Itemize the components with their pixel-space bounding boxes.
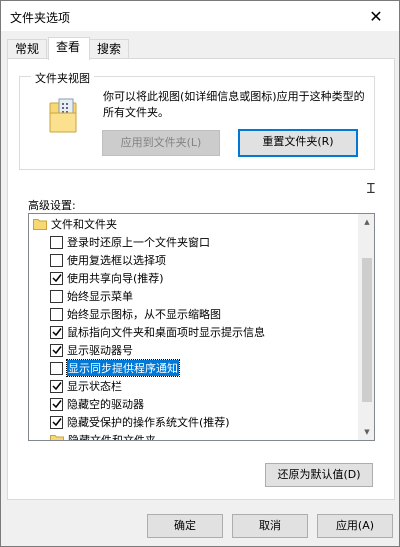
list-item-label: 显示驱动器号 xyxy=(67,344,133,357)
list-item-label: 隐藏受保护的操作系统文件(推荐) xyxy=(67,416,230,429)
folder-icon xyxy=(33,219,47,230)
vertical-scrollbar[interactable]: ▲ ▼ xyxy=(358,214,374,440)
ok-button[interactable]: 确定 xyxy=(147,514,223,538)
checkbox[interactable] xyxy=(50,253,63,267)
list-item[interactable]: 显示驱动器号 xyxy=(50,342,374,358)
checkmark-icon xyxy=(51,400,62,409)
advanced-settings-label: 高级设置: xyxy=(28,199,76,212)
list-item-label: 隐藏空的驱动器 xyxy=(67,398,144,411)
list-item[interactable]: 显示状态栏 xyxy=(50,378,374,394)
list-item[interactable]: 使用复选框以选择项 xyxy=(50,252,374,268)
tab-view[interactable]: 查看 xyxy=(48,37,90,60)
list-item[interactable]: 隐藏空的驱动器 xyxy=(50,396,374,412)
list-item-label: 显示状态栏 xyxy=(67,380,122,393)
list-item-label: 鼠标指向文件夹和桌面项时显示提示信息 xyxy=(67,326,265,339)
list-item[interactable]: 始终显示图标，从不显示缩略图 xyxy=(50,306,374,322)
window-title: 文件夹选项 xyxy=(10,11,71,25)
list-item-label: 使用复选框以选择项 xyxy=(67,254,166,267)
checkbox-checked[interactable] xyxy=(50,415,63,429)
list-item[interactable]: 隐藏受保护的操作系统文件(推荐) xyxy=(50,414,374,430)
tree-subfolder-label: 隐藏文件和文件夹 xyxy=(68,434,156,441)
folder-options-window: 文件夹选项 ✕ 常规 查看 搜索 文件夹视图 你可以将此视图(如详细信息或图标)… xyxy=(0,0,400,547)
scroll-up-icon[interactable]: ▲ xyxy=(359,214,374,230)
list-item-label: 始终显示图标，从不显示缩略图 xyxy=(67,308,221,321)
list-item[interactable]: 使用共享向导(推荐) xyxy=(50,270,374,286)
checkbox[interactable] xyxy=(50,289,63,303)
tree-subfolder-hidden-files[interactable]: 隐藏文件和文件夹 xyxy=(50,432,374,441)
list-item-label: 使用共享向导(推荐) xyxy=(67,272,164,285)
checkmark-icon xyxy=(51,418,62,427)
checkbox-checked[interactable] xyxy=(50,325,63,339)
checkbox[interactable] xyxy=(50,235,63,249)
apply-button[interactable]: 应用(A) xyxy=(317,514,393,538)
checkmark-icon xyxy=(51,274,62,283)
advanced-settings-tree[interactable]: 文件和文件夹 登录时还原上一个文件夹窗口 使用复选框以选择项 使用共享向导(推荐… xyxy=(28,213,375,441)
list-item-label: 始终显示菜单 xyxy=(67,290,133,303)
tab-general[interactable]: 常规 xyxy=(7,39,48,59)
restore-defaults-button[interactable]: 还原为默认值(D) xyxy=(265,463,373,487)
apply-to-folders-button[interactable]: 应用到文件夹(L) xyxy=(102,130,220,156)
folder-views-description: 你可以将此视图(如详细信息或图标)应用于这种类型的所有文件夹。 xyxy=(103,90,365,119)
scroll-down-icon[interactable]: ▼ xyxy=(359,424,374,440)
checkmark-icon xyxy=(51,328,62,337)
list-item-selected[interactable]: 显示同步提供程序通知 xyxy=(50,359,374,377)
list-item-label: 显示同步提供程序通知 xyxy=(66,359,180,377)
checkbox[interactable] xyxy=(50,307,63,321)
reset-folders-button[interactable]: 重置文件夹(R) xyxy=(238,129,358,157)
close-icon[interactable]: ✕ xyxy=(353,1,399,31)
checkbox-checked[interactable] xyxy=(50,271,63,285)
tree-root-label: 文件和文件夹 xyxy=(51,218,117,231)
scrollbar-thumb[interactable] xyxy=(362,258,372,402)
list-item[interactable]: 鼠标指向文件夹和桌面项时显示提示信息 xyxy=(50,324,374,340)
checkbox[interactable] xyxy=(50,361,63,375)
cancel-button[interactable]: 取消 xyxy=(232,514,308,538)
folder-icon xyxy=(50,435,64,440)
list-item[interactable]: 始终显示菜单 xyxy=(50,288,374,304)
text-cursor-icon: Ɪ xyxy=(367,181,375,197)
title-bar: 文件夹选项 ✕ xyxy=(1,1,399,31)
checkmark-icon xyxy=(51,382,62,391)
folder-views-title: 文件夹视图 xyxy=(31,70,94,86)
list-item-label: 登录时还原上一个文件夹窗口 xyxy=(67,236,210,249)
checkmark-icon xyxy=(51,346,62,355)
list-item[interactable]: 登录时还原上一个文件夹窗口 xyxy=(50,234,374,250)
checkbox-checked[interactable] xyxy=(50,343,63,357)
checkbox-checked[interactable] xyxy=(50,397,63,411)
tab-search[interactable]: 搜索 xyxy=(89,39,130,59)
tab-strip: 常规 查看 搜索 xyxy=(7,37,397,60)
folder-view-icon xyxy=(49,98,77,133)
tree-root-files-folders[interactable]: 文件和文件夹 xyxy=(33,216,363,232)
checkbox-checked[interactable] xyxy=(50,379,63,393)
